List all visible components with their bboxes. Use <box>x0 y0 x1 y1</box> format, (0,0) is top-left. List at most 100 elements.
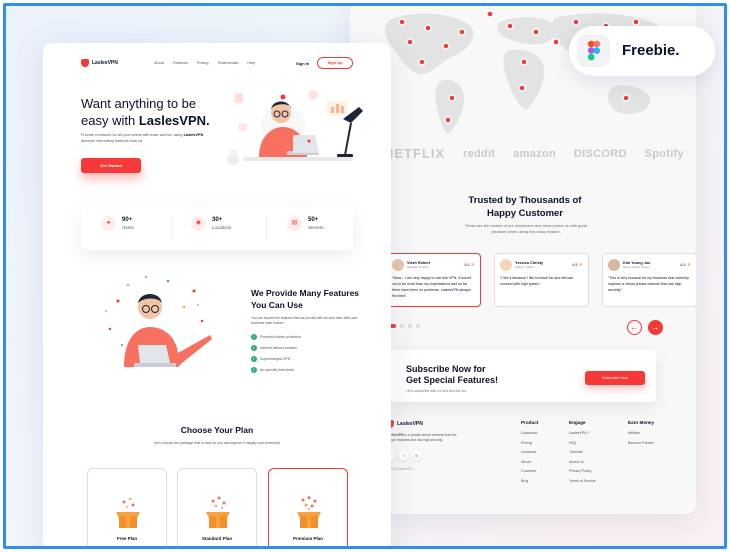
features-list: ✓ Powerfull online protection. ✓ Internet … <box>251 334 302 378</box>
footer-column-engage: Engage LaslesVPN ? FAQ Tutorials About U… <box>569 420 596 483</box>
partner-logo-discord: DISCORD <box>573 147 627 160</box>
arrow-left-icon[interactable]: ← <box>627 320 642 335</box>
logo-icon <box>81 59 89 67</box>
check-icon: ✓ <box>251 356 257 362</box>
nav-link-help[interactable]: Help <box>247 61 255 65</box>
freebie-badge: Freebie. <box>569 26 715 76</box>
gift-box-icon <box>206 496 230 528</box>
sign-up-button[interactable]: Sign Up <box>317 57 353 69</box>
preview-frame: NETFLIX reddit amazon DISCORD Spotify Tr… <box>3 3 727 549</box>
star-icon: ★ <box>686 262 691 268</box>
subscribe-title: Subscribe Now for Get Special Features! <box>406 364 499 385</box>
user-icon: ● <box>101 216 116 231</box>
carousel-dots <box>386 324 420 328</box>
stat-users: ● 90+ Users <box>101 216 134 231</box>
footer-link[interactable]: Pricing <box>521 441 538 445</box>
plans-title: Choose Your Plan <box>180 425 254 435</box>
brand[interactable]: LaslesVPN <box>81 59 118 67</box>
sign-in-link[interactable]: Sign In <box>296 61 309 66</box>
footer-link[interactable]: FAQ <box>569 441 596 445</box>
list-item: ✓ Powerfull online protection. <box>251 334 303 340</box>
carousel-dot[interactable] <box>408 324 412 328</box>
footer: LaslesVPN LaslesVPN is a private virtual… <box>386 420 686 483</box>
nav-link-about[interactable]: About <box>154 61 164 65</box>
divider <box>266 216 267 240</box>
carousel-dot[interactable] <box>400 324 404 328</box>
review-card[interactable]: Kim Young Jou Seoul, South Korea 4.5★ “T… <box>602 253 696 307</box>
partner-logo-reddit: reddit <box>463 147 496 160</box>
twitter-icon[interactable]: t <box>399 451 408 460</box>
carousel-dot[interactable] <box>416 324 420 328</box>
review-rating: 4.5★ <box>572 262 583 268</box>
plan-card-free[interactable]: Free Plan <box>87 468 167 546</box>
get-started-button[interactable]: Get Started <box>81 158 141 173</box>
check-icon: ✓ <box>251 334 257 340</box>
footer-column-earn-money: Earn Money Affiliate Become Partner <box>628 420 655 445</box>
footer-link[interactable]: Tutorials <box>569 450 596 454</box>
navbar: LaslesVPN About Features Pricing Testimo… <box>81 57 357 70</box>
footer-link[interactable]: Download <box>521 431 538 435</box>
footer-description: LaslesVPN is a private virtual network t… <box>386 433 457 442</box>
stat-servers: ▤ 50+ Servers <box>287 216 324 231</box>
nav-links: About Features Pricing Testimonials Help <box>154 61 255 65</box>
gift-box-icon <box>297 496 321 528</box>
footer-link[interactable]: Become Partner <box>628 441 654 445</box>
partner-logo-spotify: Spotify <box>644 147 684 160</box>
instagram-icon[interactable]: ◎ <box>412 451 421 460</box>
footer-link[interactable]: About Us <box>569 460 596 464</box>
location-icon: ◉ <box>191 216 206 231</box>
badge-label: Freebie. <box>622 42 680 59</box>
footer-column-product: Product Download Pricing Locations Serve… <box>521 420 539 483</box>
arrow-right-icon[interactable]: → <box>648 320 663 335</box>
star-icon: ★ <box>470 262 475 268</box>
partner-logos: NETFLIX reddit amazon DISCORD Spotify <box>384 146 684 161</box>
footer-link[interactable]: LaslesVPN ? <box>569 431 596 435</box>
testimonials-description: These are the stories of our customers w… <box>464 223 588 234</box>
hero-illustration <box>227 90 363 165</box>
star-icon: ★ <box>578 262 583 268</box>
footer-link[interactable]: Terms of Service <box>569 479 596 483</box>
stats-card: ● 90+ Users ◉ 30+ Locations ▤ 50+ Servers <box>81 206 353 250</box>
footer-link[interactable]: Countries <box>521 469 538 473</box>
features-description: You can explore the features that we pro… <box>251 316 358 325</box>
review-card[interactable]: Viezh Robert Warsaw, Poland 4.5★ “Wow...… <box>386 253 481 307</box>
features-title: We Provide Many Features You Can Use <box>251 288 360 310</box>
landing-page-top: LaslesVPN About Features Pricing Testimo… <box>43 43 391 546</box>
divider <box>171 216 172 240</box>
hero-description: Provide a network for all your needs wit… <box>81 133 204 143</box>
figma-icon <box>578 35 610 67</box>
footer-link[interactable]: Privacy Policy <box>569 469 596 473</box>
footer-link[interactable]: Server <box>521 460 538 464</box>
nav-link-testimonials[interactable]: Testimonials <box>218 61 239 65</box>
review-rating: 4.5★ <box>680 262 691 268</box>
server-icon: ▤ <box>287 216 302 231</box>
nav-link-pricing[interactable]: Pricing <box>197 61 209 65</box>
footer-link[interactable]: Affiliate <box>628 431 654 435</box>
plan-card-standard[interactable]: Standard Plan <box>177 468 257 546</box>
plans-description: Let's choose the package that is best fo… <box>153 441 281 445</box>
nav-link-features[interactable]: Features <box>173 61 188 65</box>
footer-link[interactable]: Blog <box>521 479 538 483</box>
list-item: ✓ Supercharged VPN <box>251 356 291 362</box>
stat-locations: ◉ 30+ Locations <box>191 216 231 231</box>
features-illustration <box>105 275 212 367</box>
review-text: “Wow... I am very happy to use this VPN,… <box>392 276 472 298</box>
review-card[interactable]: Yessica Christy Shanxi, China 4.5★ “I li… <box>494 253 589 307</box>
subscribe-button[interactable]: Subscribe Now <box>585 371 645 385</box>
subscribe-banner: Subscribe Now for Get Special Features! … <box>386 350 656 402</box>
carousel-arrows: ← → <box>627 320 663 335</box>
hero-title: Want anything to be easy with LaslesVPN. <box>81 96 210 128</box>
subscribe-description: Let's subscribe with us and find the fun… <box>406 389 468 393</box>
avatar <box>500 259 512 271</box>
list-item: ✓ No specific time limits. <box>251 367 295 373</box>
testimonials-title: Trusted by Thousands of Happy Customer <box>468 195 582 219</box>
plan-card-premium[interactable]: Premium Plan <box>268 468 348 546</box>
landing-page-bottom: NETFLIX reddit amazon DISCORD Spotify Tr… <box>350 6 696 514</box>
avatar <box>608 259 620 271</box>
review-text: “I like it because I like to travel far … <box>500 276 574 286</box>
footer-link[interactable]: Locations <box>521 450 538 454</box>
check-icon: ✓ <box>251 367 257 373</box>
review-text: “This is very unusual for my business th… <box>608 276 689 292</box>
partner-logo-netflix: NETFLIX <box>384 146 446 161</box>
review-carousel: Viezh Robert Warsaw, Poland 4.5★ “Wow...… <box>386 253 696 313</box>
